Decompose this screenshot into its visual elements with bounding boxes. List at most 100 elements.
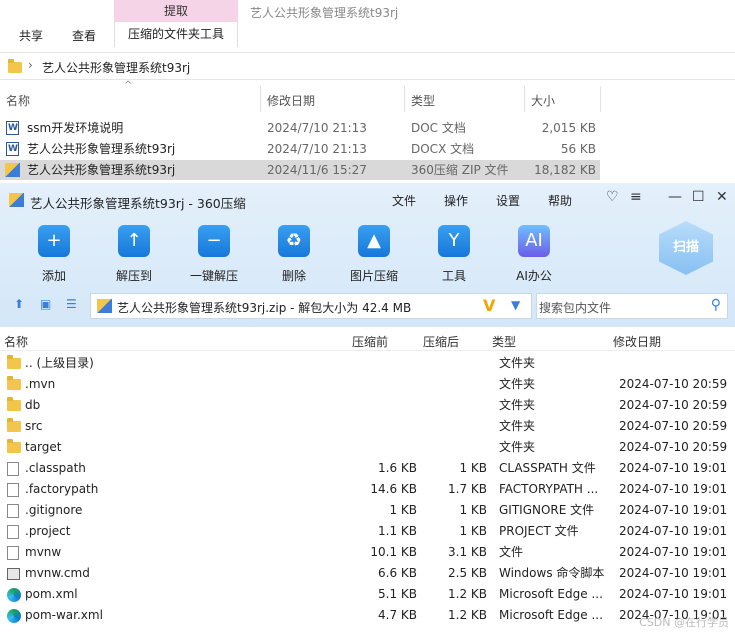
row-size-before: 14.6 KB: [370, 482, 417, 496]
file-size: 18,182 KB: [534, 163, 596, 177]
row-date: 2024-07-10 19:01: [619, 545, 728, 559]
column-divider: [524, 86, 525, 112]
chevron-right-icon: ›: [28, 58, 33, 72]
tools-button[interactable]: Y 工具: [417, 225, 491, 284]
search-input[interactable]: 搜索包内文件 ⚲: [536, 293, 728, 319]
word-doc-icon: [6, 118, 19, 138]
image-compress-icon: ▲: [358, 225, 390, 257]
add-button[interactable]: + 添加: [17, 225, 91, 284]
row-date: 2024-07-10 19:01: [619, 503, 728, 517]
archive-row[interactable]: pom-war.xml 4.7 KB 1.2 KB Microsoft Edge ..…: [0, 605, 735, 626]
row-name: .factorypath: [25, 482, 99, 496]
row-size-before: 10.1 KB: [370, 545, 417, 559]
file-row-selected[interactable]: 艺人公共形象管理系统t93rj 2024/11/6 15:27 360压缩 ZI…: [0, 160, 600, 180]
one-click-extract-button[interactable]: − 一键解压: [177, 225, 251, 284]
file-name: 艺人公共形象管理系统t93rj: [27, 163, 176, 177]
row-size-before: 1.1 KB: [378, 524, 417, 538]
row-name: db: [25, 398, 41, 412]
col-type[interactable]: 类型: [411, 92, 435, 109]
skin-icon[interactable]: ♡: [606, 189, 619, 205]
tab-extract[interactable]: 提取: [114, 0, 238, 22]
row-size-before: 1.6 KB: [378, 461, 417, 475]
row-name: target: [25, 440, 62, 454]
scan-button[interactable]: 扫描: [659, 221, 713, 275]
maximize-icon[interactable]: ☐: [692, 189, 705, 205]
col-size[interactable]: 大小: [531, 92, 555, 109]
file-icon: [7, 483, 19, 497]
row-name: mvnw.cmd: [25, 566, 90, 580]
archive-row[interactable]: target 文件夹 2024-07-10 20:59: [0, 437, 735, 458]
image-compress-button[interactable]: ▲ 图片压缩: [337, 225, 411, 284]
delete-button[interactable]: ♻ 删除: [257, 225, 331, 284]
archive-row[interactable]: pom.xml 5.1 KB 1.2 KB Microsoft Edge ... 202…: [0, 584, 735, 605]
explorer-ribbon: 提取 艺人公共形象管理系统t93rj 共享 查看 压缩的文件夹工具: [0, 0, 735, 47]
file-size: 2,015 KB: [541, 121, 596, 135]
menu-file[interactable]: 文件: [392, 192, 416, 209]
col-name[interactable]: 名称: [4, 333, 28, 350]
v-icon[interactable]: V: [483, 296, 495, 315]
file-icon: [7, 546, 19, 560]
address-bar[interactable]: › 艺人公共形象管理系统t93rj: [0, 52, 735, 80]
minimize-icon[interactable]: —: [668, 189, 682, 205]
sort-up-icon: ^: [124, 80, 133, 91]
file-icon: [7, 462, 19, 476]
row-size-after: 2.5 KB: [448, 566, 487, 580]
archive-row[interactable]: .classpath 1.6 KB 1 KB CLASSPATH 文件 2024-07-…: [0, 458, 735, 479]
archive-path-bar[interactable]: 艺人公共形象管理系统t93rj.zip - 解包大小为 42.4 MB V ▼: [90, 293, 532, 319]
archive-row[interactable]: .project 1.1 KB 1 KB PROJECT 文件 2024-07-10 1…: [0, 521, 735, 542]
up-arrow-icon[interactable]: ⬆: [14, 297, 24, 311]
archive-row[interactable]: db 文件夹 2024-07-10 20:59: [0, 395, 735, 416]
archive-row[interactable]: .factorypath 14.6 KB 1.7 KB FACTORYPATH ...…: [0, 479, 735, 500]
row-name: .mvn: [25, 377, 56, 391]
row-name: mvnw: [25, 545, 62, 559]
file-date: 2024/11/6 15:27: [267, 163, 367, 177]
col-name[interactable]: 名称: [6, 92, 30, 109]
zip-window-header: 艺人公共形象管理系统t93rj - 360压缩 文件 操作 设置 帮助 ♡ ≡ …: [0, 183, 735, 327]
edge-browser-icon: [7, 609, 21, 623]
close-icon[interactable]: ✕: [716, 189, 728, 205]
view-list-icon[interactable]: ☰: [66, 297, 77, 311]
tab-compressed-folder-tools[interactable]: 压缩的文件夹工具: [114, 22, 238, 47]
folder-icon: [8, 59, 22, 73]
menu-operate[interactable]: 操作: [444, 192, 468, 209]
archive-row[interactable]: src 文件夹 2024-07-10 20:59: [0, 416, 735, 437]
extract-to-button[interactable]: ↑ 解压到: [97, 225, 171, 284]
ai-office-button[interactable]: AI AI办公: [497, 225, 571, 284]
archive-row[interactable]: mvnw.cmd 6.6 KB 2.5 KB Windows 命令脚本 2024-07-…: [0, 563, 735, 584]
ai-icon: AI: [518, 225, 550, 257]
column-divider: [404, 86, 405, 112]
row-size-before: 5.1 KB: [378, 587, 417, 601]
menu-settings[interactable]: 设置: [496, 192, 520, 209]
file-row[interactable]: 艺人公共形象管理系统t93rj 2024/7/10 21:13 DOCX 文档 …: [0, 139, 600, 159]
menu-icon[interactable]: ≡: [630, 189, 642, 205]
col-after[interactable]: 压缩后: [423, 333, 459, 350]
row-name: pom-war.xml: [25, 608, 103, 622]
col-date[interactable]: 修改日期: [267, 92, 315, 109]
archive-row[interactable]: .. (上级目录) 文件夹: [0, 353, 735, 374]
chevron-down-icon[interactable]: ▼: [511, 298, 520, 312]
row-size-after: 3.1 KB: [448, 545, 487, 559]
file-type: DOC 文档: [411, 121, 466, 135]
tab-share[interactable]: 共享: [19, 27, 43, 44]
folder-icon: [7, 439, 21, 453]
search-icon[interactable]: ⚲: [711, 297, 721, 313]
window-title: 艺人公共形象管理系统t93rj: [250, 6, 399, 20]
archive-row[interactable]: .mvn 文件夹 2024-07-10 20:59: [0, 374, 735, 395]
row-date: 2024-07-10 20:59: [619, 398, 728, 412]
file-name: 艺人公共形象管理系统t93rj: [27, 142, 176, 156]
file-row[interactable]: ssm开发环境说明 2024/7/10 21:13 DOC 文档 2,015 K…: [0, 118, 600, 138]
col-modified[interactable]: 修改日期: [613, 333, 661, 350]
tab-view[interactable]: 查看: [72, 27, 96, 44]
recycle-bin-icon: ♻: [278, 225, 310, 257]
menu-help[interactable]: 帮助: [548, 192, 572, 209]
col-before[interactable]: 压缩前: [352, 333, 388, 350]
row-name: .classpath: [25, 461, 86, 475]
search-placeholder: 搜索包内文件: [539, 301, 612, 315]
edge-browser-icon: [7, 588, 21, 602]
view-thumbnail-icon[interactable]: ▣: [40, 297, 51, 311]
archive-row[interactable]: .gitignore 1 KB 1 KB GITIGNORE 文件 2024-07-10…: [0, 500, 735, 521]
row-size-after: 1.7 KB: [448, 482, 487, 496]
archive-row[interactable]: mvnw 10.1 KB 3.1 KB 文件 2024-07-10 19:01: [0, 542, 735, 563]
col-type[interactable]: 类型: [492, 333, 516, 350]
file-icon: [7, 525, 19, 539]
